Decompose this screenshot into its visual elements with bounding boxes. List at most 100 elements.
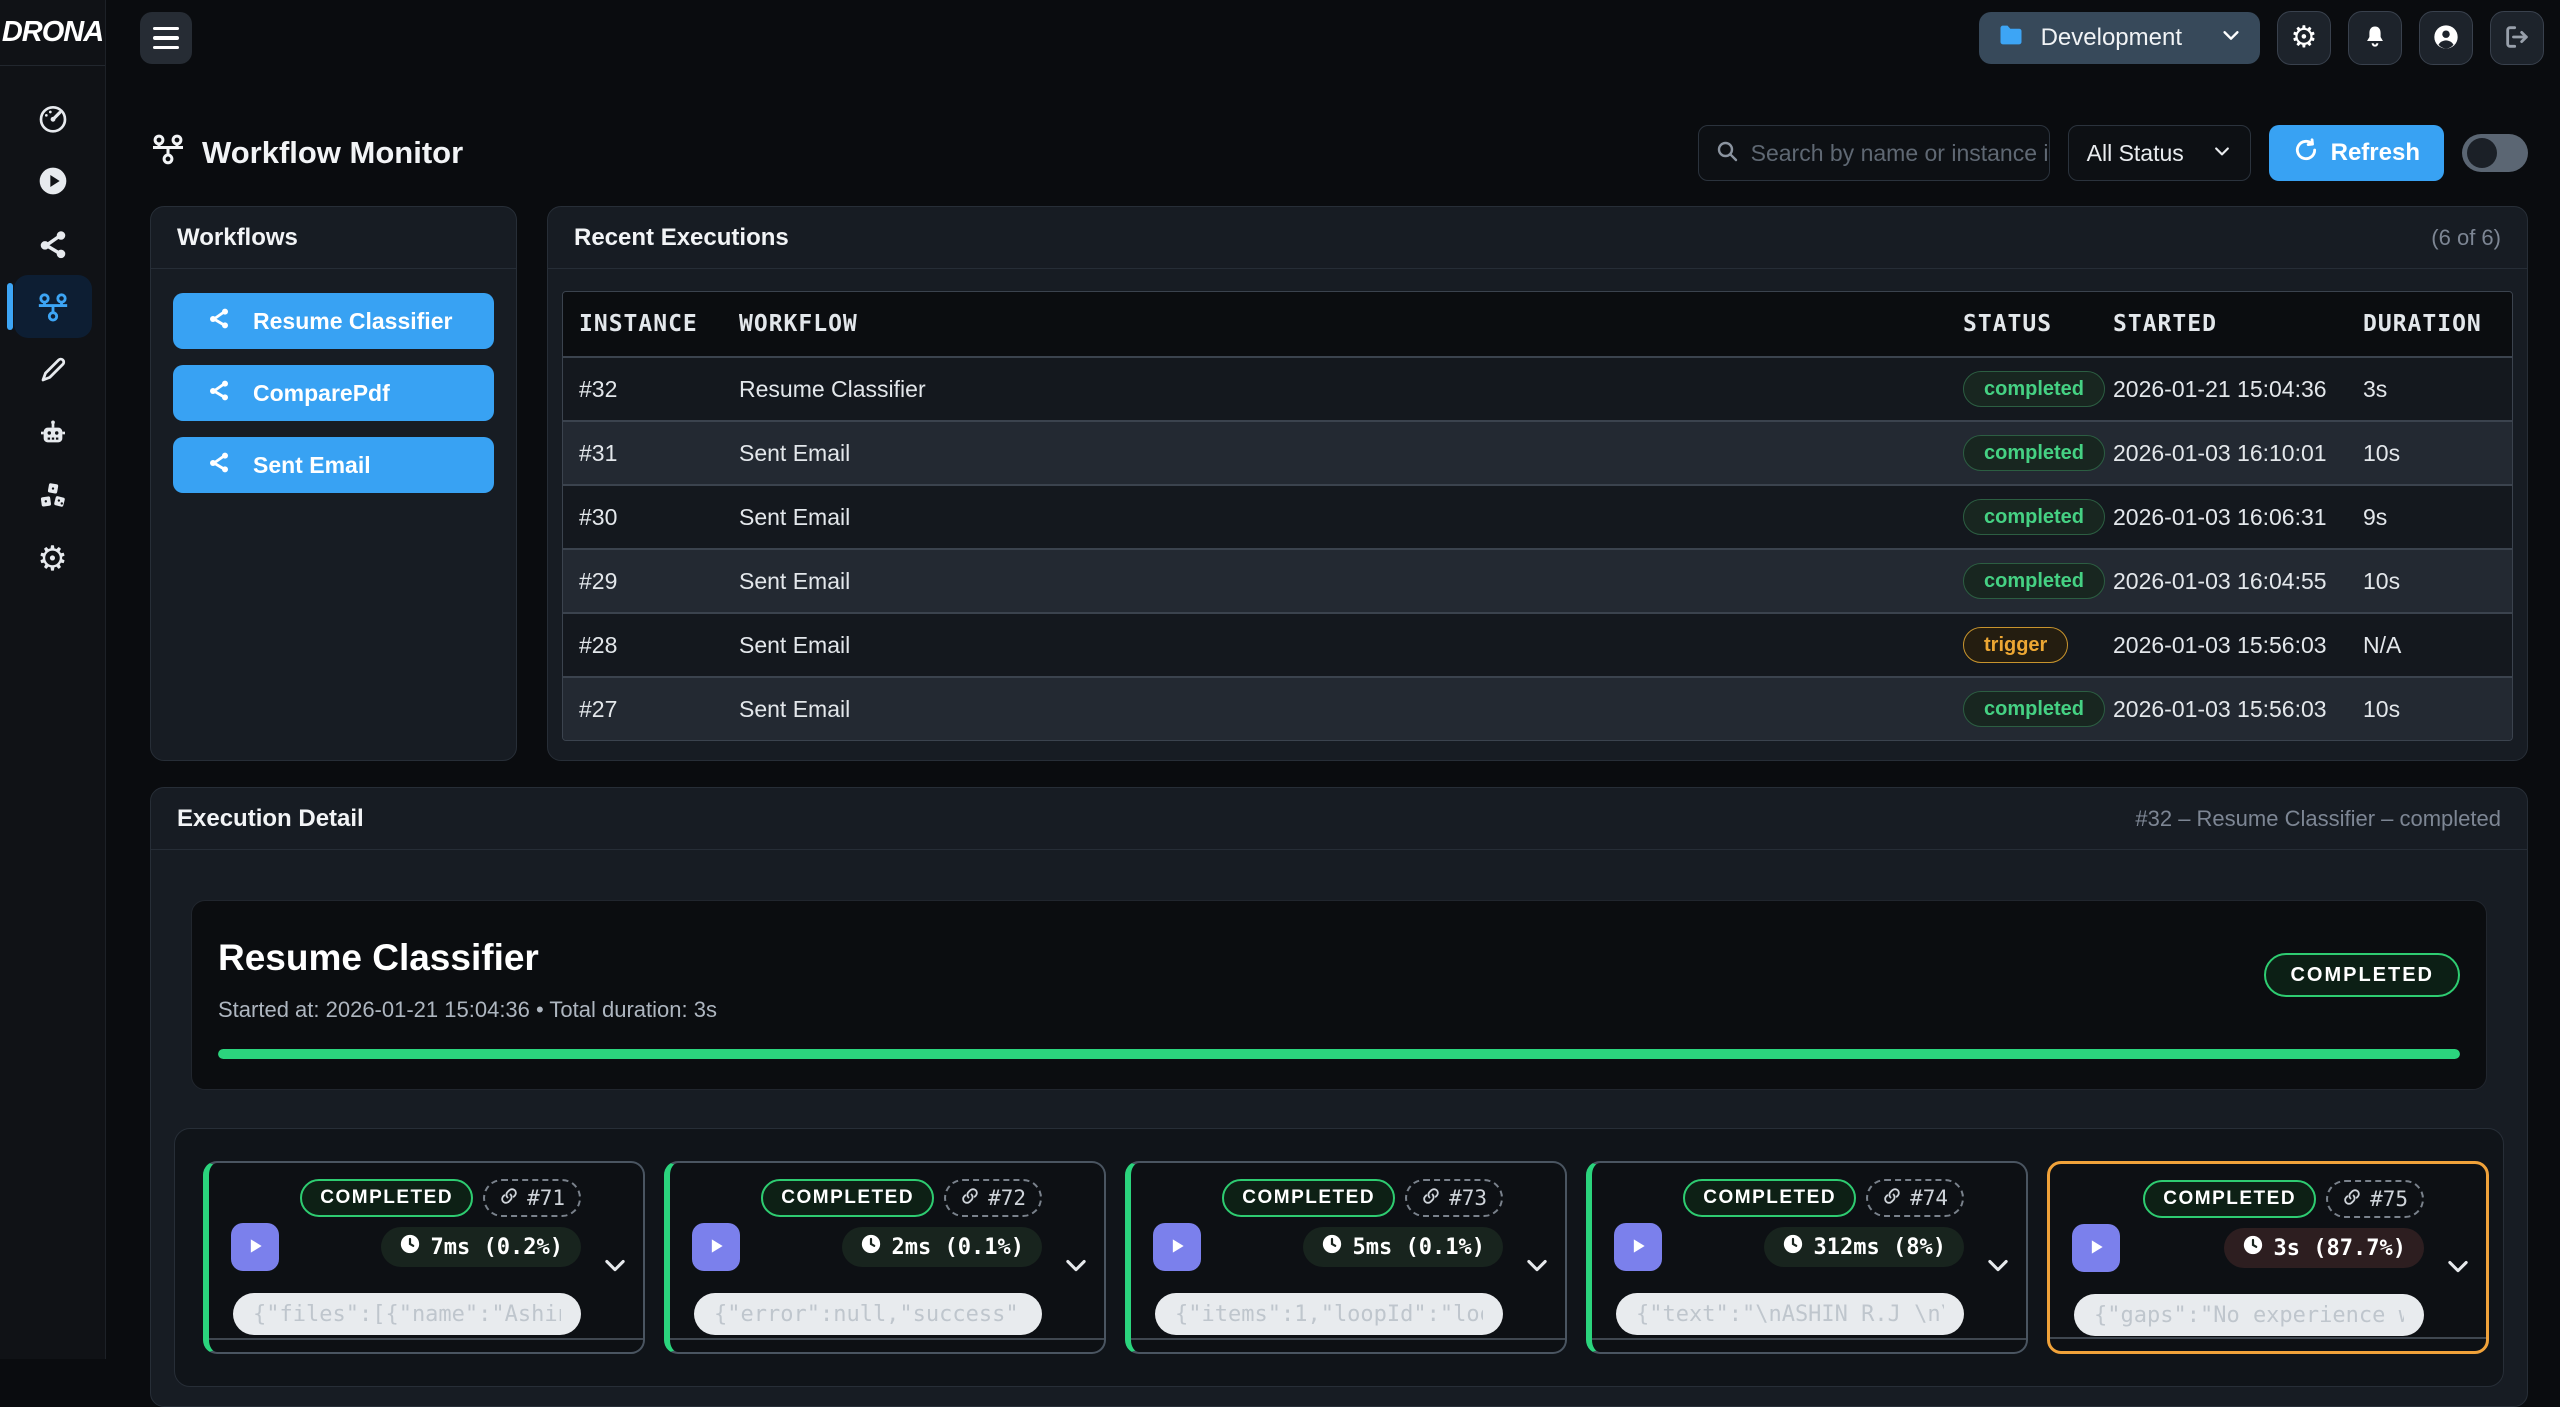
execution-row[interactable]: #27 Sent Email completed 2026-01-03 15:5…	[563, 676, 2512, 740]
status-badge: trigger	[1963, 627, 2068, 663]
workflow-button-label: Resume Classifier	[253, 308, 452, 335]
search-box	[1698, 125, 2050, 181]
node-id-text: #73	[1449, 1186, 1487, 1210]
node-play-button[interactable]	[231, 1223, 279, 1271]
play-icon	[1628, 1236, 1648, 1259]
refresh-button-label: Refresh	[2331, 139, 2420, 167]
execution-instance: #29	[563, 568, 723, 595]
node-output-preview-text: {"text":"\nASHIN R.J \n\nTHEKKUVILAI	[1636, 1302, 1944, 1327]
chevron-down-icon[interactable]	[1062, 1251, 1090, 1284]
gauge-icon	[37, 102, 69, 134]
account-button[interactable]	[2419, 11, 2473, 65]
user-account-icon	[2432, 23, 2460, 54]
execution-status-badge: COMPLETED	[2264, 953, 2460, 997]
sidebar-item-workflow-monitor[interactable]	[14, 275, 92, 338]
sign-out-button[interactable]	[2490, 11, 2544, 65]
workflow-button[interactable]: Sent Email	[173, 437, 494, 493]
workflow-button-label: Sent Email	[253, 452, 371, 479]
col-started: STARTED	[2097, 311, 2347, 337]
chevron-down-icon[interactable]	[601, 1251, 629, 1284]
node-cards-container: COMPLETED #71 7ms (0.2%) {"files":[{"nam…	[174, 1128, 2504, 1387]
sidebar-item-modules[interactable]	[14, 464, 92, 527]
status-badge: completed	[1963, 435, 2105, 471]
node-id-badge[interactable]: #71	[483, 1179, 581, 1217]
play-icon	[1167, 1236, 1187, 1259]
node-output-preview-text: {"items":1,"loopId":"loop_docs_f01f6	[1175, 1302, 1483, 1327]
node-id-badge[interactable]: #74	[1866, 1179, 1964, 1217]
workflow-icon	[150, 131, 186, 175]
execution-workflow: Resume Classifier	[723, 376, 1947, 403]
node-duration-text: 2ms (0.1%)	[892, 1235, 1024, 1260]
execution-row[interactable]: #29 Sent Email completed 2026-01-03 16:0…	[563, 548, 2512, 612]
node-output-preview[interactable]: {"items":1,"loopId":"loop_docs_f01f6	[1155, 1293, 1503, 1335]
share-nodes-icon	[207, 378, 231, 408]
node-output-preview[interactable]: {"text":"\nASHIN R.J \n\nTHEKKUVILAI	[1616, 1293, 1964, 1335]
sidebar-item-agents[interactable]	[14, 401, 92, 464]
execution-detail-title: Execution Detail	[177, 805, 364, 833]
node-id-badge[interactable]: #75	[2326, 1180, 2424, 1218]
execution-started: 2026-01-03 16:06:31	[2097, 504, 2347, 531]
node-card: COMPLETED #71 7ms (0.2%) {"files":[{"nam…	[203, 1161, 645, 1354]
execution-instance: #28	[563, 632, 723, 659]
sidebar-item-runs[interactable]	[14, 149, 92, 212]
execution-row[interactable]: #32 Resume Classifier completed 2026-01-…	[563, 356, 2512, 420]
sidebar-nav: ⚙	[0, 66, 105, 590]
execution-row[interactable]: #30 Sent Email completed 2026-01-03 16:0…	[563, 484, 2512, 548]
search-input[interactable]	[1751, 140, 2047, 167]
node-output-preview[interactable]: {"error":null,"success":true,"filePa	[694, 1293, 1042, 1335]
play-icon	[706, 1236, 726, 1259]
execution-workflow: Sent Email	[723, 632, 1947, 659]
workflow-button[interactable]: ComparePdf	[173, 365, 494, 421]
node-duration-text: 3s (87.7%)	[2274, 1236, 2406, 1261]
refresh-button[interactable]: Refresh	[2269, 125, 2444, 181]
node-play-button[interactable]	[692, 1223, 740, 1271]
sidebar-item-connections[interactable]	[14, 212, 92, 275]
execution-instance: #30	[563, 504, 723, 531]
execution-duration: N/A	[2347, 632, 2512, 659]
execution-progress-bar	[218, 1049, 2460, 1059]
node-divider	[1131, 1338, 1565, 1340]
pen-icon	[38, 355, 68, 385]
clock-icon	[399, 1233, 421, 1261]
execution-duration: 9s	[2347, 504, 2512, 531]
node-play-button[interactable]	[2072, 1224, 2120, 1272]
node-id-badge[interactable]: #72	[944, 1179, 1042, 1217]
chevron-down-icon[interactable]	[2444, 1252, 2472, 1285]
execution-row[interactable]: #31 Sent Email completed 2026-01-03 16:1…	[563, 420, 2512, 484]
workflow-button[interactable]: Resume Classifier	[173, 293, 494, 349]
execution-started: 2026-01-03 15:56:03	[2097, 696, 2347, 723]
notifications-bell-icon	[2361, 23, 2389, 54]
auto-refresh-toggle[interactable]	[2462, 134, 2528, 172]
execution-duration: 10s	[2347, 440, 2512, 467]
node-id-badge[interactable]: #73	[1405, 1179, 1503, 1217]
node-duration-pill: 312ms (8%)	[1764, 1227, 1964, 1267]
node-output-preview[interactable]: {"gaps":"No experience with required	[2074, 1294, 2424, 1336]
clock-icon	[860, 1233, 882, 1261]
node-play-button[interactable]	[1614, 1223, 1662, 1271]
settings-button[interactable]: ⚙	[2277, 11, 2331, 65]
executions-table-header: INSTANCE WORKFLOW STATUS STARTED DURATIO…	[563, 292, 2512, 356]
execution-duration: 10s	[2347, 568, 2512, 595]
sidebar-item-dashboard[interactable]	[14, 86, 92, 149]
chevron-down-icon[interactable]	[1523, 1251, 1551, 1284]
execution-row[interactable]: #28 Sent Email trigger 2026-01-03 15:56:…	[563, 612, 2512, 676]
project-selector[interactable]: Development	[1979, 12, 2260, 64]
execution-started: 2026-01-03 15:56:03	[2097, 632, 2347, 659]
node-output-preview[interactable]: {"files":[{"name":"Ashin resume.pdf"	[233, 1293, 581, 1335]
chevron-down-icon[interactable]	[1984, 1251, 2012, 1284]
execution-started: 2026-01-21 15:04:36	[2097, 376, 2347, 403]
execution-duration: 3s	[2347, 376, 2512, 403]
sidebar-item-editor[interactable]	[14, 338, 92, 401]
link-icon	[499, 1186, 519, 1211]
executions-table-body: #32 Resume Classifier completed 2026-01-…	[563, 356, 2512, 740]
sidebar-item-settings[interactable]: ⚙	[14, 527, 92, 590]
notifications-button[interactable]	[2348, 11, 2402, 65]
node-play-button[interactable]	[1153, 1223, 1201, 1271]
workflow-list: Resume Classifier ComparePdf Sent Email	[151, 269, 516, 517]
node-duration-pill: 2ms (0.1%)	[842, 1227, 1042, 1267]
status-filter-select[interactable]: All Status	[2068, 125, 2251, 181]
menu-hamburger-button[interactable]	[140, 12, 192, 64]
node-duration-text: 7ms (0.2%)	[431, 1235, 563, 1260]
execution-progress-fill	[218, 1049, 2460, 1059]
clock-icon	[2242, 1234, 2264, 1262]
